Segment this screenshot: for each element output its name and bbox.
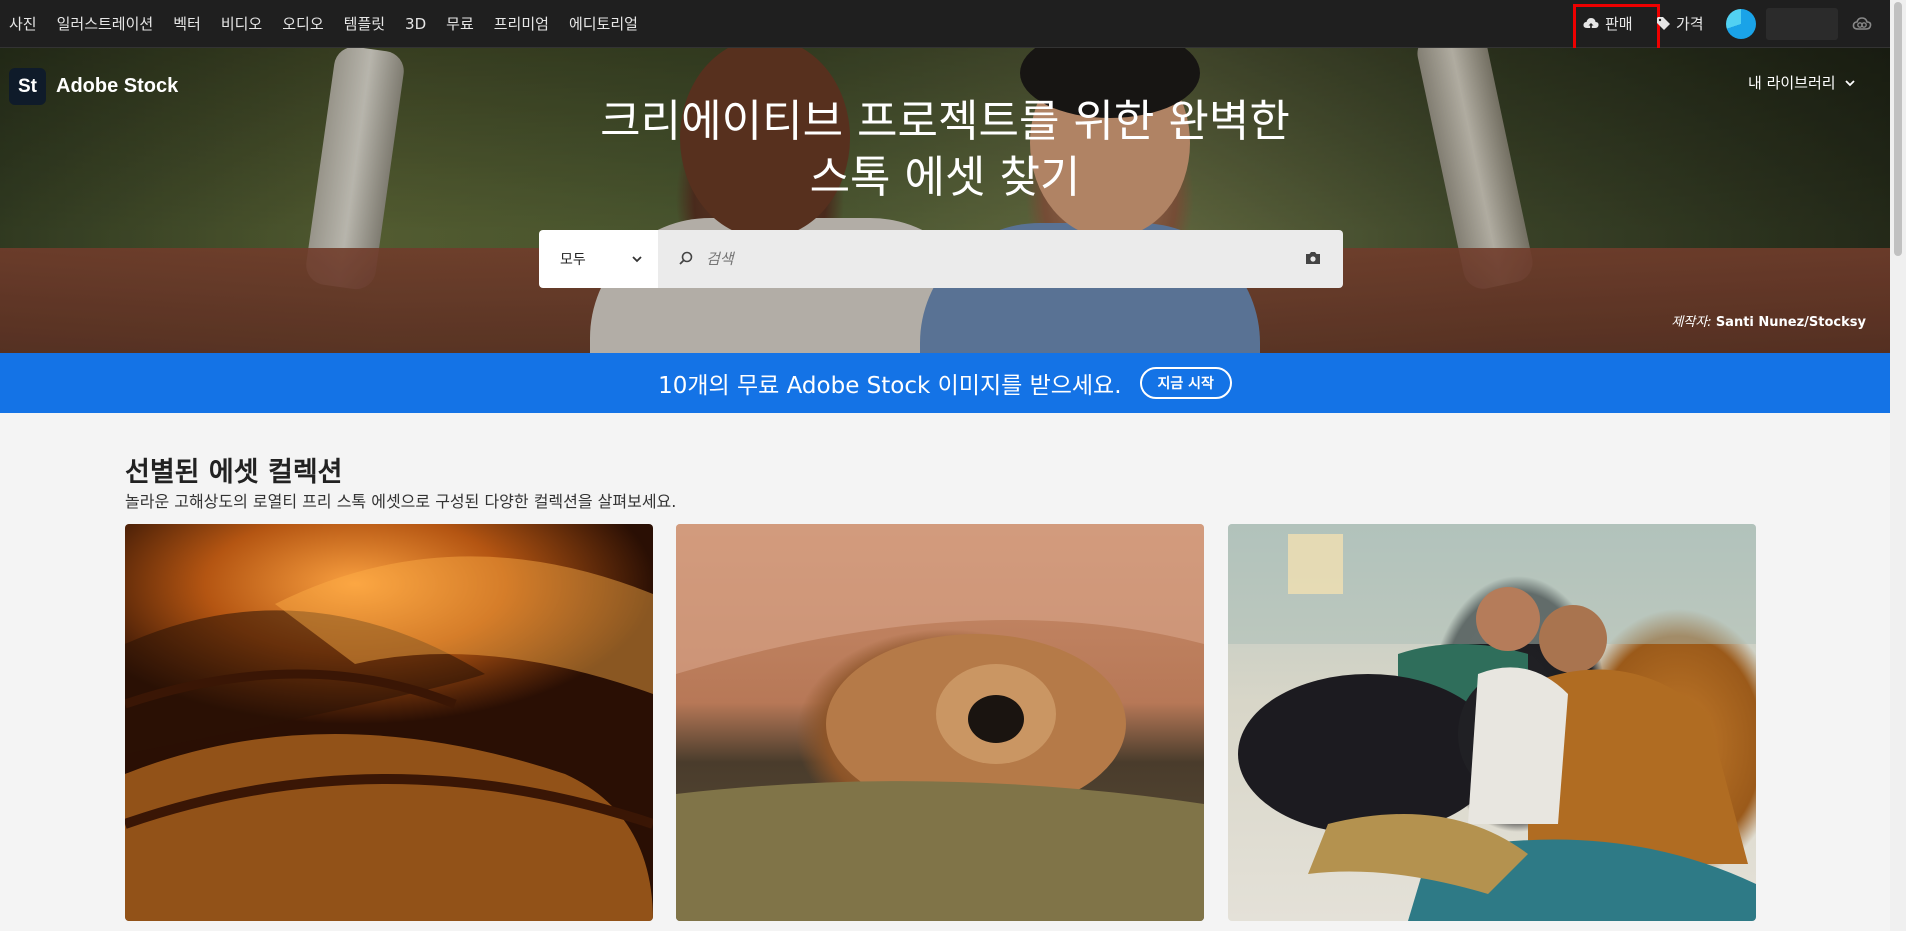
price-tag-icon [1657, 17, 1670, 30]
headline-line-2: 스톡 에셋 찾기 [809, 152, 1081, 203]
nav-audio[interactable]: 오디오 [282, 13, 323, 34]
stock-logo-mark: St [9, 68, 46, 105]
creative-cloud-icon[interactable] [1852, 14, 1872, 34]
promo-text: 10개의 무료 Adobe Stock 이미지를 받으세요. [658, 373, 1122, 399]
hero-headline: 크리에이티브 프로젝트를 위한 완벽한 스톡 에셋 찾기 [500, 94, 1390, 206]
account-name-redacted[interactable] [1766, 8, 1838, 40]
nav-videos[interactable]: 비디오 [221, 13, 262, 34]
sell-label: 판매 [1605, 15, 1633, 33]
collection-card-dog-blanket[interactable] [676, 524, 1204, 921]
nav-free[interactable]: 무료 [446, 13, 474, 34]
sell-button[interactable]: 판매 [1583, 13, 1633, 34]
category-nav: 사진 일러스트레이션 벡터 비디오 오디오 템플릿 3D 무료 프리미엄 에디토… [0, 13, 658, 34]
search-input[interactable] [706, 230, 1286, 288]
nav-illustrations[interactable]: 일러스트레이션 [57, 13, 154, 34]
search-bar: 모두 [539, 230, 1343, 288]
search-field [658, 230, 1343, 288]
hero-banner: St Adobe Stock 내 라이브러리 크리에이티브 프로젝트를 위한 완… [0, 48, 1890, 353]
search-category-value: 모두 [560, 252, 586, 268]
camera-icon[interactable] [1305, 251, 1321, 265]
brand-name: Adobe Stock [56, 75, 179, 97]
my-library-label: 내 라이브러리 [1748, 74, 1836, 92]
men-with-dog-image [1228, 524, 1756, 921]
chevron-down-icon [632, 256, 642, 263]
pricing-link[interactable]: 가격 [1657, 13, 1704, 34]
headline-line-1: 크리에이티브 프로젝트를 위한 완벽한 [600, 96, 1290, 147]
nav-photos[interactable]: 사진 [9, 13, 37, 34]
adobe-stock-logo[interactable]: St Adobe Stock [9, 68, 178, 105]
collection-card-men-with-dog[interactable] [1228, 524, 1756, 921]
nav-vectors[interactable]: 벡터 [173, 13, 201, 34]
scrollbar-thumb[interactable] [1894, 2, 1902, 256]
credit-name[interactable]: Santi Nunez/Stocksy [1716, 315, 1866, 330]
start-now-button[interactable]: 지금 시작 [1139, 367, 1232, 399]
nav-templates[interactable]: 템플릿 [344, 13, 385, 34]
promo-banner: 10개의 무료 Adobe Stock 이미지를 받으세요. 지금 시작 [0, 353, 1890, 413]
pricing-label: 가격 [1676, 15, 1704, 33]
search-category-select[interactable]: 모두 [539, 230, 658, 288]
chevron-down-icon [1844, 79, 1855, 86]
page-scrollbar[interactable] [1890, 0, 1906, 931]
user-avatar[interactable] [1726, 9, 1756, 39]
my-library-menu[interactable]: 내 라이브러리 [1748, 72, 1856, 93]
page: 사진 일러스트레이션 벡터 비디오 오디오 템플릿 3D 무료 프리미엄 에디토… [0, 0, 1906, 931]
section-subtitle: 놀라운 고해상도의 로열티 프리 스톡 에셋으로 구성된 다양한 컬렉션을 살펴… [125, 492, 677, 511]
collection-card-mushrooms[interactable] [125, 524, 653, 921]
sleeping-chihuahua-image [676, 524, 1204, 921]
search-icon [679, 251, 693, 265]
cloud-upload-icon [1583, 17, 1599, 30]
nav-editorial[interactable]: 에디토리얼 [569, 13, 638, 34]
credit-prefix: 제작자: [1671, 315, 1712, 330]
photo-credit: 제작자: Santi Nunez/Stocksy [1671, 311, 1866, 330]
nav-premium[interactable]: 프리미엄 [494, 13, 549, 34]
nav-3d[interactable]: 3D [405, 15, 426, 33]
section-title: 선별된 에셋 컬렉션 [125, 457, 343, 488]
mushroom-image [125, 556, 653, 921]
